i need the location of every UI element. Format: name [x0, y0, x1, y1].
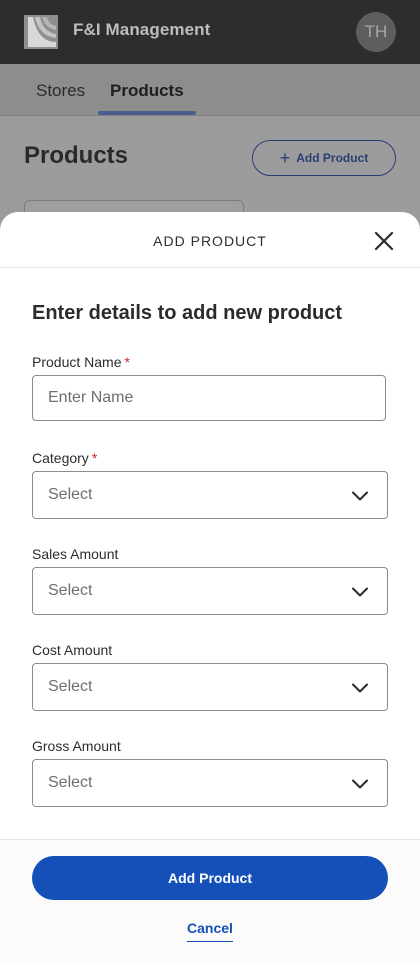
form-heading: Enter details to add new product: [32, 302, 343, 324]
sales-amount-label: Sales Amount: [32, 546, 119, 562]
product-name-label-text: Product Name: [32, 354, 122, 370]
active-tab-indicator: [98, 111, 196, 115]
required-marker: *: [124, 354, 130, 370]
app-brand-name: F&I Management: [73, 20, 211, 39]
sales-amount-select-value: Select: [48, 582, 93, 599]
gross-amount-select-value: Select: [48, 774, 93, 791]
page-title: Products: [24, 142, 129, 169]
submit-add-product-button[interactable]: Add Product: [32, 856, 388, 900]
product-name-label: Product Name *: [32, 354, 130, 370]
category-label: Category *: [32, 450, 97, 466]
sheet-title: ADD PRODUCT: [153, 233, 267, 249]
sheet-header: ADD PRODUCT: [0, 212, 420, 268]
chevron-down-icon: [352, 779, 368, 789]
cost-amount-label: Cost Amount: [32, 642, 113, 658]
category-select[interactable]: Select: [32, 471, 388, 519]
category-select-value: Select: [48, 486, 93, 503]
category-label-text: Category: [32, 450, 89, 466]
sheet-footer: Add Product Cancel: [0, 839, 420, 963]
chevron-down-icon: [352, 683, 368, 693]
gross-amount-select[interactable]: Select: [32, 759, 388, 807]
sales-amount-select[interactable]: Select: [32, 567, 388, 615]
add-product-button-label: Add Product: [296, 151, 369, 165]
tab-products[interactable]: Products: [110, 81, 184, 101]
chevron-down-icon: [352, 491, 368, 501]
cost-amount-select-value: Select: [48, 678, 93, 695]
fi-logo-icon: [24, 15, 58, 49]
tab-bar: Stores Products: [0, 64, 420, 116]
add-product-button[interactable]: + Add Product: [252, 140, 396, 176]
cancel-link-label: Cancel: [187, 920, 233, 942]
product-name-input[interactable]: [32, 375, 386, 421]
gross-amount-label: Gross Amount: [32, 738, 121, 754]
cancel-link[interactable]: Cancel: [0, 920, 420, 942]
app-header: F&I Management TH: [0, 0, 420, 64]
close-icon[interactable]: [372, 229, 396, 253]
add-product-sheet: ADD PRODUCT Enter details to add new pro…: [0, 212, 420, 963]
required-marker: *: [91, 450, 98, 466]
plus-icon: +: [279, 148, 291, 168]
chevron-down-icon: [352, 587, 368, 597]
avatar[interactable]: TH: [356, 12, 396, 52]
tab-stores[interactable]: Stores: [36, 81, 85, 101]
cost-amount-select[interactable]: Select: [32, 663, 388, 711]
